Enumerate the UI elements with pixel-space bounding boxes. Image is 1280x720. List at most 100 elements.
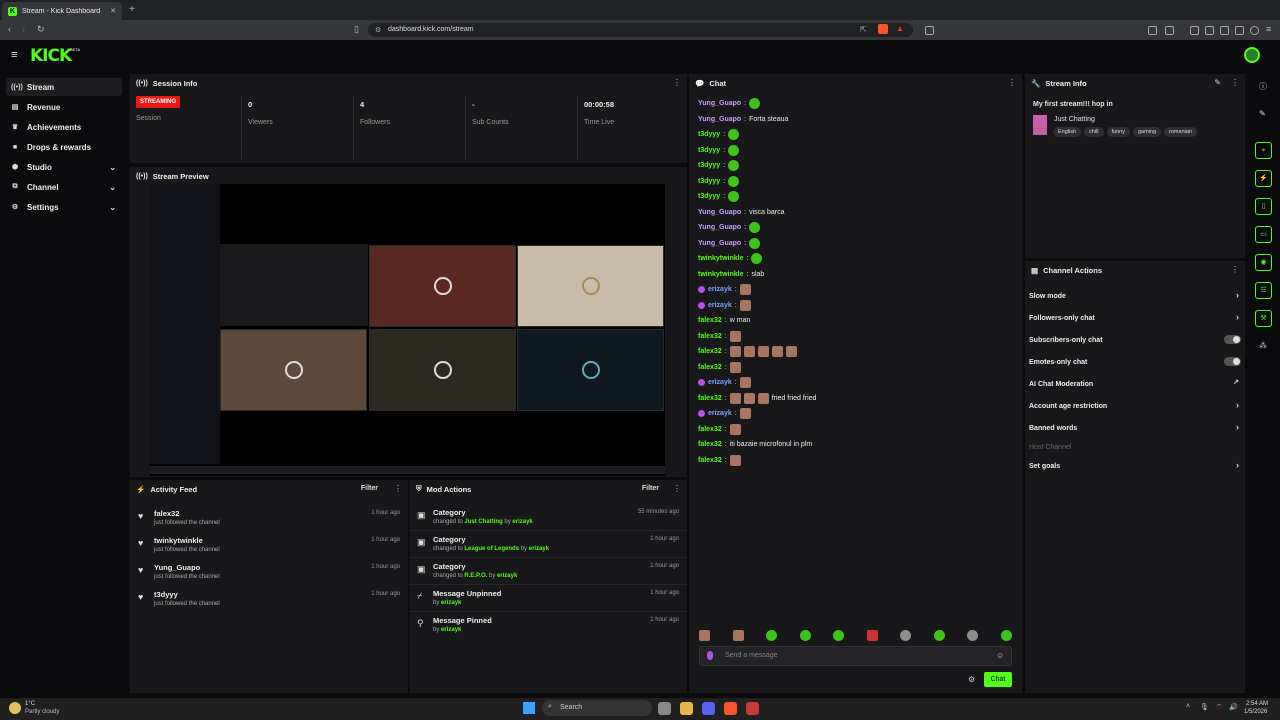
chat-username[interactable]: falex32 [698, 395, 722, 402]
back-icon[interactable]: ‹ [8, 24, 11, 34]
media-icon[interactable] [1190, 26, 1199, 35]
chat-username[interactable]: falex32 [698, 457, 722, 464]
volume-icon[interactable]: 🔊 [1229, 703, 1238, 711]
chat-settings-icon[interactable]: ⚙ [968, 675, 975, 684]
sidebar-toggle-icon[interactable] [1148, 26, 1157, 35]
chat-username[interactable]: twinkytwinkle [698, 255, 744, 262]
mod-user[interactable]: erizayk [441, 600, 461, 606]
stream-category[interactable]: Just Chatting [1054, 116, 1095, 123]
forward-icon[interactable]: › [22, 24, 25, 34]
more-options-icon[interactable]: ⋮ [1008, 78, 1016, 87]
emote-button[interactable] [833, 630, 845, 641]
chat-username[interactable]: falex32 [698, 364, 722, 371]
more-options-icon[interactable]: ⋮ [673, 78, 681, 87]
chat-username[interactable]: t3dyyy [698, 193, 720, 200]
mod-user[interactable]: erizayk [512, 519, 532, 525]
activity-user[interactable]: Yung_Guapo [154, 563, 200, 572]
share-nodes-icon[interactable]: ⁂ [1259, 341, 1267, 350]
rail-wrench-icon[interactable]: ⚒ [1255, 310, 1272, 327]
chat-username[interactable]: falex32 [698, 348, 722, 355]
tray-overflow-icon[interactable]: ˄ [1186, 703, 1190, 710]
emoji-picker-icon[interactable]: ☺ [996, 651, 1004, 660]
action-slow-mode[interactable]: Slow mode › [1029, 288, 1241, 304]
browser-menu-icon[interactable]: ≡ [1266, 24, 1271, 34]
wallet-icon[interactable] [1220, 26, 1229, 35]
emote-button[interactable] [799, 630, 811, 641]
action-banned-words[interactable]: Banned words › [1029, 420, 1241, 436]
subscribers-only-toggle[interactable] [1224, 335, 1241, 344]
mod-user[interactable]: erizayk [497, 573, 517, 579]
reading-list-icon[interactable] [1205, 26, 1214, 35]
task-view-icon[interactable] [658, 702, 671, 715]
chat-username[interactable]: erizayk [708, 286, 732, 293]
reload-icon[interactable]: ↻ [37, 24, 45, 35]
taskbar-search[interactable]: Search [542, 700, 652, 716]
chat-username[interactable]: erizayk [708, 379, 732, 386]
file-explorer-icon[interactable] [680, 702, 693, 715]
chat-username[interactable]: falex32 [698, 441, 722, 448]
edit-icon[interactable]: ✎ [1214, 78, 1221, 87]
discord-icon[interactable] [702, 702, 715, 715]
emote-button[interactable] [699, 630, 710, 641]
chat-username[interactable]: Yung_Guapo [698, 224, 741, 231]
chat-username[interactable]: falex32 [698, 426, 722, 433]
brave-icon[interactable] [724, 702, 737, 715]
sidebar-item-studio[interactable]: ⬢ Studio ⌄ [6, 158, 122, 176]
sidebar-item-revenue[interactable]: ▤ Revenue [6, 98, 122, 116]
activity-user[interactable]: falex32 [154, 509, 179, 518]
url-field[interactable]: dashboard.kick.com/stream [368, 23, 913, 37]
action-account-age[interactable]: Account age restriction › [1029, 398, 1241, 414]
sidebar-item-drops[interactable]: ■ Drops & rewards [6, 138, 122, 156]
chat-username[interactable]: Yung_Guapo [698, 240, 741, 247]
action-followers-only[interactable]: Followers-only chat › [1029, 310, 1241, 326]
chat-username[interactable]: erizayk [708, 410, 732, 417]
activity-user[interactable]: twinkytwinkle [154, 536, 203, 545]
wifi-icon[interactable]: ⌔ [1216, 703, 1223, 712]
more-options-icon[interactable]: ⋮ [1231, 78, 1239, 87]
user-avatar[interactable] [1244, 47, 1260, 63]
emote-button[interactable] [1000, 630, 1012, 641]
chat-input[interactable]: Send a message [699, 646, 1012, 666]
chat-username[interactable]: t3dyyy [698, 178, 720, 185]
rail-bolt-icon[interactable]: ⚡ [1255, 170, 1272, 187]
mod-target[interactable]: R.E.P.O. [464, 573, 487, 579]
more-options-icon[interactable]: ⋮ [673, 484, 681, 493]
chat-username[interactable]: twinkytwinkle [698, 271, 744, 278]
recording-app-icon[interactable] [746, 702, 759, 715]
profile-icon[interactable] [1250, 26, 1259, 35]
action-ai-moderation[interactable]: AI Chat Moderation ↗ [1029, 376, 1241, 392]
mod-filter-button[interactable]: Filter [642, 485, 659, 492]
emote-button[interactable] [967, 630, 979, 641]
chat-username[interactable]: erizayk [708, 302, 732, 309]
brave-rewards-icon[interactable]: ▲ [896, 24, 904, 33]
site-info-icon[interactable]: ⚙ [375, 26, 381, 34]
rail-document-icon[interactable]: ▯ [1255, 198, 1272, 215]
emotes-only-toggle[interactable] [1224, 357, 1241, 366]
chat-username[interactable]: falex32 [698, 333, 722, 340]
emote-button[interactable] [900, 630, 912, 641]
mod-target[interactable]: League of Legends [464, 546, 519, 552]
bookmark-icon[interactable]: ▯ [354, 24, 359, 35]
clock-date[interactable]: 1/5/2026 [1244, 709, 1267, 715]
brave-shield-icon[interactable] [878, 24, 888, 34]
emote-button[interactable] [732, 630, 744, 641]
chat-username[interactable]: Yung_Guapo [698, 209, 741, 216]
chat-username[interactable]: Yung_Guapo [698, 100, 741, 107]
new-tab-button[interactable]: + [129, 4, 135, 15]
emote-button[interactable] [766, 630, 778, 641]
stream-preview-video[interactable] [150, 184, 665, 476]
rail-quick-action-icon[interactable]: ⌖ [1255, 142, 1272, 159]
chat-send-button[interactable]: Chat [984, 672, 1012, 687]
windows-start-icon[interactable] [523, 702, 535, 714]
chat-username[interactable]: Yung_Guapo [698, 116, 741, 123]
tab-search-icon[interactable] [1165, 26, 1174, 35]
chat-username[interactable]: t3dyyy [698, 131, 720, 138]
mod-target[interactable]: Just Chatting [464, 519, 502, 525]
more-options-icon[interactable]: ⋮ [394, 484, 402, 493]
sidebar-item-settings[interactable]: ⚙ Settings ⌄ [6, 198, 122, 216]
share-icon[interactable]: ⇱ [860, 25, 867, 34]
chat-username[interactable]: t3dyyy [698, 162, 720, 169]
sidebar-item-stream[interactable]: ((•)) Stream [6, 78, 122, 96]
info-icon[interactable]: ⓘ [1259, 81, 1267, 92]
emote-button[interactable] [866, 630, 878, 641]
